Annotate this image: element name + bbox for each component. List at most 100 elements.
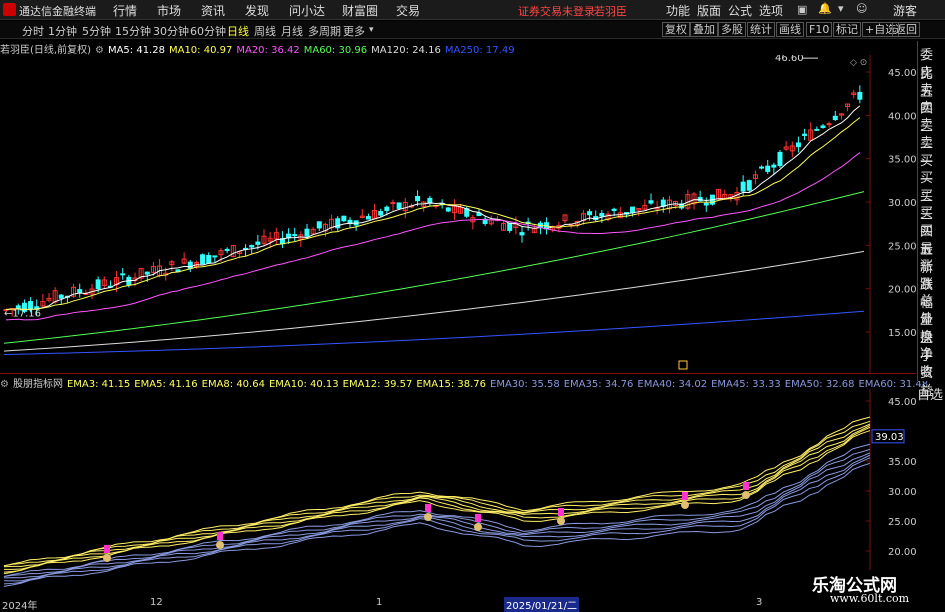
candle-body <box>611 208 617 211</box>
signal-bar <box>682 492 688 500</box>
price-tick-label: 40.00 <box>888 111 916 122</box>
signal-bar <box>425 504 431 512</box>
menu-dropdown-icon[interactable]: ▾ <box>838 2 844 15</box>
tab-1min[interactable]: 1分钟 <box>48 23 77 39</box>
more-chevron-icon[interactable]: ▾ <box>369 25 374 35</box>
watermark: 乐淘公式网 www.60lt.com <box>808 570 945 609</box>
main-indicator-header: 若羽臣(日线,前复权) ⚙ MA5: 41.28 MA10: 40.97 MA20: 3… <box>0 41 523 56</box>
tab-daily[interactable]: 日线 <box>227 23 249 39</box>
candle-body <box>771 164 777 168</box>
candle-body <box>826 123 832 126</box>
menu-ask[interactable]: 问小达 <box>289 2 325 19</box>
back-button[interactable]: 返回 <box>892 22 920 37</box>
ema-chart[interactable]: 45.00 35.00 30.00 25.00 20.00 39.03 <box>0 389 916 597</box>
candle-body <box>384 206 390 212</box>
candle-body <box>144 271 150 275</box>
price-chart[interactable]: 45.00 40.00 35.00 30.00 25.00 20.00 15.00 46.60… <box>0 55 916 373</box>
login-warning[interactable]: 证券交易未登录 <box>518 3 595 19</box>
candle-body <box>120 273 126 276</box>
menu-formula[interactable]: 公式 <box>728 2 752 19</box>
long-ema-line <box>3 462 871 587</box>
app-logo-icon <box>3 3 16 16</box>
signal-bar <box>104 545 110 553</box>
tab-5min[interactable]: 5分钟 <box>82 23 111 39</box>
candle-body <box>206 254 212 264</box>
candle-body <box>292 234 298 237</box>
ema-tick-label: 25.00 <box>888 517 916 528</box>
multi-stock-button[interactable]: 多股 <box>718 22 746 37</box>
bell-icon[interactable]: 🔔 <box>818 2 832 15</box>
tab-30min[interactable]: 30分钟 <box>153 23 189 39</box>
candle-body <box>212 255 218 258</box>
candle-body <box>802 133 808 136</box>
adjust-button[interactable]: 复权 <box>662 22 690 37</box>
candle-body <box>445 207 451 212</box>
watermark-url: www.60lt.com <box>830 592 910 605</box>
menu-market[interactable]: 市场 <box>157 2 181 19</box>
candle-body <box>857 91 863 100</box>
candle-body <box>777 151 783 167</box>
mark-button[interactable]: 标记 <box>833 22 861 37</box>
chat-icon[interactable]: ▣ <box>797 3 807 16</box>
time-axis: 2024年 12 1 2025/01/21/二 3 <box>0 597 870 612</box>
tab-weekly[interactable]: 周线 <box>254 23 276 39</box>
guest-label[interactable]: 游客 <box>893 2 917 19</box>
price-tick-label: 20.00 <box>888 285 916 296</box>
candle-body <box>648 200 654 204</box>
menu-quotes[interactable]: 行情 <box>113 2 137 19</box>
tab-multi-period[interactable]: 多周期 <box>308 23 341 39</box>
pane-divider[interactable] <box>0 373 916 374</box>
price-tick-label: 35.00 <box>888 155 916 166</box>
ma250-line <box>3 310 865 356</box>
candle-body <box>224 248 230 251</box>
candle-body <box>599 213 605 217</box>
menu-news[interactable]: 资讯 <box>201 2 225 19</box>
candle-body <box>77 289 83 293</box>
candle-body <box>507 222 513 231</box>
menu-bar: 通达信金融终端 行情 市场 资讯 发现 问小达 财富圈 交易 证券交易未登录 若… <box>0 0 945 20</box>
candle-body <box>378 211 384 216</box>
info-mine-icon <box>678 360 688 370</box>
money-bag-icon <box>424 513 432 521</box>
signal-bar <box>743 482 749 490</box>
watchlist-tab[interactable]: 自选 <box>917 384 945 403</box>
short-ema-line <box>3 420 871 567</box>
tab-more[interactable]: 更多 <box>343 23 365 39</box>
menu-layout[interactable]: 版面 <box>697 2 721 19</box>
signal-bar <box>217 532 223 540</box>
menu-discover[interactable]: 发现 <box>245 2 269 19</box>
overlay-button[interactable]: 叠加 <box>690 22 718 37</box>
draw-line-button[interactable]: 画线 <box>776 22 804 37</box>
ema-tick-label: 35.00 <box>888 457 916 468</box>
candle-body <box>519 232 525 236</box>
candle-body <box>95 279 101 290</box>
candle-body <box>814 128 820 131</box>
tab-timeshare[interactable]: 分时 <box>22 23 44 39</box>
tab-monthly[interactable]: 月线 <box>281 23 303 39</box>
sub-indicator-header: ⚙ 股朋指标网 EMA3: 41.15 EMA5: 41.16 EMA8: 40.64 E… <box>0 375 936 390</box>
user-icon[interactable]: ☺ <box>856 2 867 15</box>
candle-body <box>365 216 371 220</box>
x-label-2024: 2024年 <box>2 601 38 612</box>
menu-options[interactable]: 选项 <box>759 2 783 19</box>
candle-body <box>765 165 771 172</box>
menu-wealth[interactable]: 财富圈 <box>342 2 378 19</box>
app-title: 通达信金融终端 <box>19 5 96 18</box>
tab-15min[interactable]: 15分钟 <box>115 23 151 39</box>
x-label-dec: 12 <box>150 597 163 608</box>
stats-button[interactable]: 统计 <box>747 22 775 37</box>
signal-bar <box>558 508 564 516</box>
stock-name-title: 若羽臣 <box>594 5 627 18</box>
menu-function[interactable]: 功能 <box>666 2 690 19</box>
f10-button[interactable]: F10 <box>806 22 833 37</box>
ma20-line <box>5 152 861 321</box>
long-ema-line <box>3 457 871 585</box>
menu-trade[interactable]: 交易 <box>396 2 420 19</box>
diamond-icon: ◇ ⊙ <box>850 58 867 68</box>
money-bag-icon <box>681 501 689 509</box>
candle-body <box>390 202 396 205</box>
candle-body <box>304 228 310 237</box>
ma5-line <box>5 105 861 310</box>
candle-body <box>58 294 64 299</box>
tab-60min[interactable]: 60分钟 <box>190 23 226 39</box>
